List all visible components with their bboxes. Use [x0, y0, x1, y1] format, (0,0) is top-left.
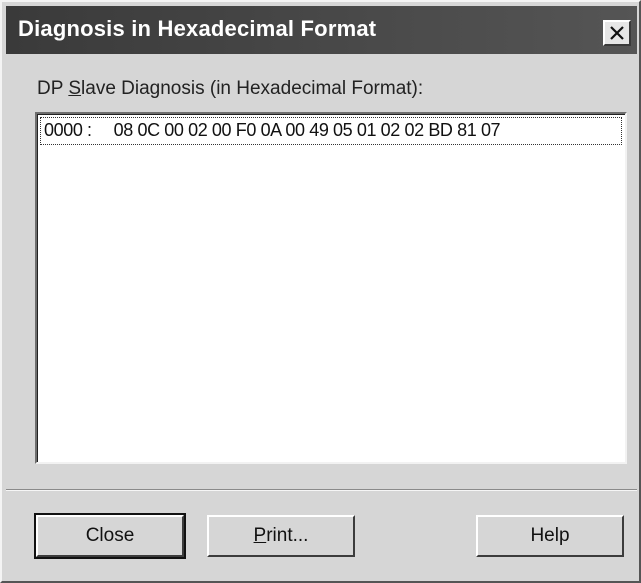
hex-address: 0000 : [44, 120, 92, 140]
label-accelerator: S [68, 78, 82, 99]
diagnosis-dialog: Diagnosis in Hexadecimal Format DP Slave… [0, 0, 641, 583]
help-button[interactable]: Help [476, 515, 624, 557]
close-button[interactable]: Close [34, 513, 186, 559]
hex-diagnosis-listbox[interactable]: 0000 : 08 0C 00 02 00 F0 0A 00 49 05 01 … [35, 112, 627, 464]
list-item[interactable]: 0000 : 08 0C 00 02 00 F0 0A 00 49 05 01 … [40, 117, 622, 145]
title-bar[interactable]: Diagnosis in Hexadecimal Format [6, 6, 637, 54]
hex-bytes: 08 0C 00 02 00 F0 0A 00 49 05 01 02 02 B… [113, 120, 501, 140]
print-accelerator: P [253, 525, 267, 546]
label-rest: lave Diagnosis (in Hexadecimal Format): [81, 78, 424, 99]
slave-diagnosis-label: DP Slave Diagnosis (in Hexadecimal Forma… [37, 78, 423, 100]
separator-line [6, 489, 637, 491]
print-label-rest: rint... [266, 525, 309, 546]
window-title: Diagnosis in Hexadecimal Format [18, 16, 377, 41]
print-button[interactable]: Print... [207, 515, 355, 557]
title-close-button[interactable] [603, 20, 631, 46]
label-prefix: DP [37, 78, 69, 99]
close-icon [610, 26, 624, 40]
